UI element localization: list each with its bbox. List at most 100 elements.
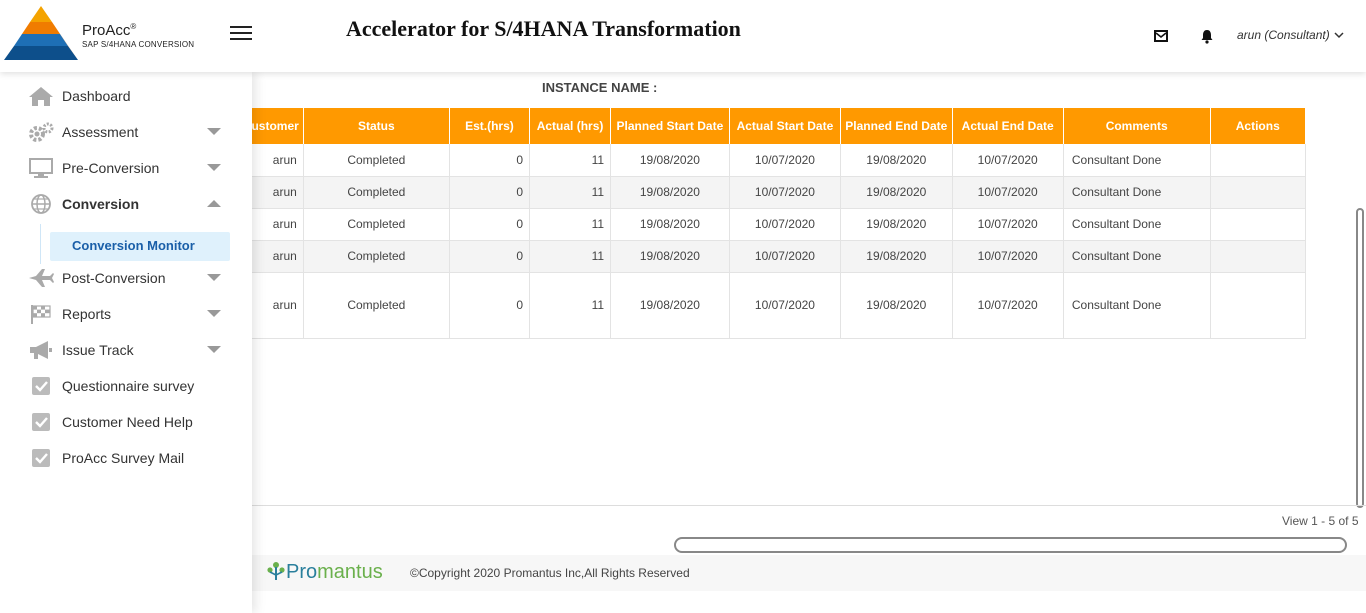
- caret-down-icon: [207, 128, 221, 135]
- column-header-actual-end-date[interactable]: Actual End Date: [952, 108, 1064, 144]
- sidebar-item-issue-track[interactable]: Issue Track: [0, 332, 252, 368]
- cell-planned-start: 19/08/2020: [610, 144, 730, 177]
- cell-actions[interactable]: [1210, 176, 1307, 209]
- sidebar-item-post-conversion[interactable]: Post-Conversion: [0, 260, 252, 296]
- cell-planned-start: 19/08/2020: [610, 176, 730, 209]
- tree-icon: [267, 562, 285, 580]
- cell-est: 0: [449, 208, 531, 241]
- table-row[interactable]: arun Completed 0 11 19/08/2020 10/07/202…: [192, 272, 1307, 339]
- cell-planned-end: 19/08/2020: [840, 208, 953, 241]
- cell-planned-end: 19/08/2020: [840, 144, 953, 177]
- sidebar-item-label: ProAcc Survey Mail: [62, 450, 185, 466]
- table-row[interactable]: arun Completed 0 11 19/08/2020 10/07/202…: [192, 240, 1307, 273]
- caret-up-icon: [207, 200, 221, 207]
- column-header-status[interactable]: Status: [303, 108, 450, 144]
- cell-actual: 11: [529, 176, 612, 209]
- globe-icon: [31, 194, 51, 214]
- cell-actual: 11: [529, 240, 612, 273]
- cell-actual-end: 10/07/2020: [952, 176, 1064, 209]
- cell-status: Completed: [303, 240, 450, 273]
- sidebar-item-conversion[interactable]: Conversion: [0, 186, 252, 222]
- menu-toggle-icon[interactable]: [230, 26, 252, 42]
- cell-actual-start: 10/07/2020: [729, 208, 842, 241]
- megaphone-icon: [30, 341, 52, 359]
- table-row[interactable]: arun Completed 0 11 19/08/2020 10/07/202…: [192, 176, 1307, 209]
- sidebar-item-assessment[interactable]: Assessment: [0, 114, 252, 150]
- sidebar-item-dashboard[interactable]: Dashboard: [0, 78, 252, 114]
- column-header-est-hrs[interactable]: Est.(hrs): [449, 108, 531, 144]
- gears-icon: [29, 122, 54, 142]
- sidebar-item-questionnaire-survey[interactable]: Questionnaire survey: [0, 368, 252, 404]
- column-header-actions[interactable]: Actions: [1210, 108, 1307, 144]
- sidebar-item-label: Post-Conversion: [62, 270, 166, 286]
- caret-down-icon: [207, 310, 221, 317]
- mail-icon[interactable]: [1153, 28, 1169, 44]
- checkered-flag-icon: [31, 305, 51, 324]
- cell-est: 0: [449, 240, 531, 273]
- sidebar-subitem-conversion-monitor[interactable]: Conversion Monitor: [50, 232, 230, 261]
- sidebar-item-label: Assessment: [62, 124, 139, 140]
- bell-icon[interactable]: [1199, 28, 1215, 44]
- chevron-down-icon[interactable]: [1334, 30, 1344, 40]
- cell-actual-end: 10/07/2020: [952, 144, 1064, 177]
- vertical-scrollbar[interactable]: [1356, 208, 1364, 508]
- cell-actual: 11: [529, 144, 612, 177]
- cell-planned-start: 19/08/2020: [610, 240, 730, 273]
- table-header-row: Customer Status Est.(hrs) Actual (hrs) P…: [192, 108, 1307, 144]
- column-header-actual-hrs[interactable]: Actual (hrs): [529, 108, 612, 144]
- cell-actual-start: 10/07/2020: [729, 240, 842, 273]
- user-menu[interactable]: arun (Consultant): [1237, 28, 1330, 42]
- sidebar-item-label: Conversion: [62, 196, 140, 212]
- cell-actions[interactable]: [1210, 144, 1307, 177]
- cell-comments: Consultant Done: [1063, 272, 1211, 339]
- cell-planned-end: 19/08/2020: [840, 176, 953, 209]
- proacc-logo: [4, 6, 78, 60]
- cell-actions[interactable]: [1210, 208, 1307, 241]
- sidebar-item-reports[interactable]: Reports: [0, 296, 252, 332]
- airplane-icon: [29, 269, 54, 287]
- sidebar-item-proacc-survey-mail[interactable]: ProAcc Survey Mail: [0, 440, 252, 476]
- brand: ProAcc® SAP S/4HANA CONVERSION: [82, 22, 194, 49]
- brand-name: ProAcc®: [82, 22, 137, 39]
- cell-planned-end: 19/08/2020: [840, 240, 953, 273]
- home-icon: [29, 87, 53, 106]
- cell-actual: 11: [529, 208, 612, 241]
- caret-down-icon: [207, 274, 221, 281]
- instance-name-label: INSTANCE NAME :: [542, 80, 658, 95]
- column-header-actual-start-date[interactable]: Actual Start Date: [729, 108, 842, 144]
- conversion-monitor-table: Customer Status Est.(hrs) Actual (hrs) P…: [192, 108, 1307, 339]
- cell-status: Completed: [303, 272, 450, 339]
- sidebar-item-label: Issue Track: [62, 342, 134, 358]
- cell-actual-start: 10/07/2020: [729, 176, 842, 209]
- cell-actions[interactable]: [1210, 272, 1307, 339]
- cell-planned-end: 19/08/2020: [840, 272, 953, 339]
- column-header-planned-end-date[interactable]: Planned End Date: [840, 108, 953, 144]
- cell-est: 0: [449, 272, 531, 339]
- promantus-logo: Promantus: [266, 561, 383, 584]
- column-header-planned-start-date[interactable]: Planned Start Date: [610, 108, 730, 144]
- copyright-text: ©Copyright 2020 Promantus Inc,All Rights…: [410, 566, 690, 580]
- submenu-line: [40, 224, 41, 264]
- sidebar-item-customer-need-help[interactable]: Customer Need Help: [0, 404, 252, 440]
- caret-down-icon: [207, 346, 221, 353]
- top-bar: ProAcc® SAP S/4HANA CONVERSION Accelerat…: [0, 0, 1366, 72]
- table-row[interactable]: arun Completed 0 11 19/08/2020 10/07/202…: [192, 144, 1307, 177]
- record-count: View 1 - 5 of 5: [1282, 514, 1359, 528]
- cell-actions[interactable]: [1210, 240, 1307, 273]
- cell-status: Completed: [303, 208, 450, 241]
- column-header-comments[interactable]: Comments: [1063, 108, 1211, 144]
- sidebar-item-label: Questionnaire survey: [62, 378, 195, 394]
- sidebar-item-pre-conversion[interactable]: Pre-Conversion: [0, 150, 252, 186]
- sidebar: Dashboard Assessment Pre-Conversion Conv…: [0, 72, 252, 613]
- cell-est: 0: [449, 176, 531, 209]
- horizontal-scrollbar[interactable]: [674, 537, 1347, 553]
- cell-comments: Consultant Done: [1063, 240, 1211, 273]
- table-row[interactable]: arun Completed 0 11 19/08/2020 10/07/202…: [192, 208, 1307, 241]
- cell-actual-end: 10/07/2020: [952, 208, 1064, 241]
- grid-footer-divider: [252, 505, 1366, 506]
- checkbox-icon: [32, 377, 50, 395]
- cell-actual-end: 10/07/2020: [952, 240, 1064, 273]
- cell-status: Completed: [303, 144, 450, 177]
- cell-planned-start: 19/08/2020: [610, 272, 730, 339]
- brand-subtitle: SAP S/4HANA CONVERSION: [82, 40, 195, 49]
